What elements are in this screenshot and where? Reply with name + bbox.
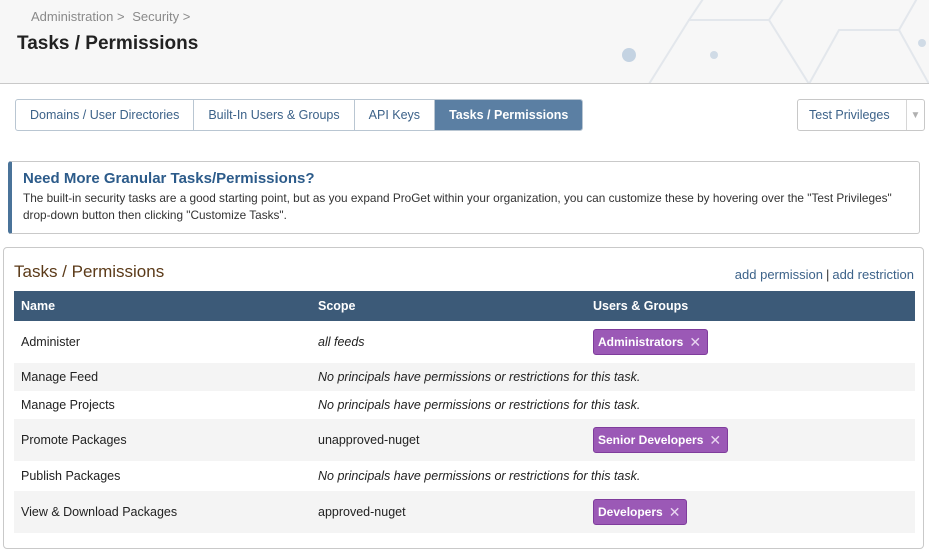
page-title: Tasks / Permissions bbox=[17, 33, 199, 54]
tasks-panel: Tasks / Permissions add permission | add r… bbox=[3, 247, 924, 549]
info-title: Need More Granular Tasks/Permissions? bbox=[23, 170, 315, 187]
table-row: Manage Feed No principals have permissio… bbox=[14, 363, 915, 391]
principal-name: Developers bbox=[598, 505, 663, 519]
test-privileges-button[interactable]: Test Privileges ▼ bbox=[797, 99, 925, 131]
task-name: Promote Packages bbox=[21, 433, 127, 447]
hexagon-decoration-icon bbox=[622, 0, 929, 83]
principal-name: Senior Developers bbox=[598, 433, 704, 447]
remove-icon[interactable]: ✕ bbox=[709, 432, 721, 449]
remove-icon[interactable]: ✕ bbox=[689, 334, 701, 351]
chevron-down-icon[interactable]: ▼ bbox=[906, 100, 924, 130]
header-name: Name bbox=[21, 299, 56, 313]
tab-api-keys[interactable]: API Keys bbox=[355, 100, 436, 130]
task-name: Manage Projects bbox=[21, 398, 115, 412]
task-scope: No principals have permissions or restri… bbox=[318, 469, 641, 483]
breadcrumb-administration[interactable]: Administration > bbox=[31, 9, 125, 24]
principal-chip[interactable]: Developers ✕ bbox=[593, 499, 688, 525]
add-restriction-link[interactable]: add restriction bbox=[832, 267, 914, 282]
panel-links: add permission | add restriction bbox=[735, 267, 914, 282]
breadcrumb-security[interactable]: Security > bbox=[132, 9, 190, 24]
task-scope: all feeds bbox=[318, 335, 365, 349]
test-privileges-label: Test Privileges bbox=[809, 108, 890, 122]
table-row: Publish Packages No principals have perm… bbox=[14, 461, 915, 491]
task-scope: approved-nuget bbox=[318, 505, 406, 519]
tab-tasks-permissions[interactable]: Tasks / Permissions bbox=[435, 100, 583, 130]
table-row: Promote Packages unapproved-nuget Senior… bbox=[14, 419, 915, 461]
principal-chip[interactable]: Administrators ✕ bbox=[593, 329, 709, 355]
breadcrumb: Administration > Security > bbox=[31, 9, 194, 24]
tab-domains[interactable]: Domains / User Directories bbox=[16, 100, 195, 130]
task-scope: unapproved-nuget bbox=[318, 433, 420, 447]
principal-chip[interactable]: Senior Developers ✕ bbox=[593, 427, 729, 453]
page-header: Administration > Security > Tasks / Perm… bbox=[0, 0, 929, 84]
principal-name: Administrators bbox=[598, 335, 684, 349]
task-name: Manage Feed bbox=[21, 370, 99, 384]
permissions-table: Name Scope Users & Groups Administer all… bbox=[14, 291, 915, 533]
security-tabs: Domains / User Directories Built-In User… bbox=[15, 99, 584, 131]
info-text: The built-in security tasks are a good s… bbox=[23, 191, 892, 222]
table-header: Name Scope Users & Groups bbox=[14, 291, 915, 321]
panel-title: Tasks / Permissions bbox=[14, 262, 165, 281]
header-users-groups: Users & Groups bbox=[593, 299, 689, 313]
task-scope: No principals have permissions or restri… bbox=[318, 370, 641, 384]
remove-icon[interactable]: ✕ bbox=[669, 504, 681, 521]
task-scope: No principals have permissions or restri… bbox=[318, 398, 641, 412]
table-row: View & Download Packages approved-nuget … bbox=[14, 491, 915, 533]
task-name: View & Download Packages bbox=[21, 505, 178, 519]
table-row: Administer all feeds Administrators ✕ bbox=[14, 321, 915, 363]
add-permission-link[interactable]: add permission bbox=[735, 267, 823, 282]
task-name: Publish Packages bbox=[21, 469, 121, 483]
link-separator: | bbox=[825, 267, 830, 282]
tab-built-in-users[interactable]: Built-In Users & Groups bbox=[194, 100, 355, 130]
info-box: Need More Granular Tasks/Permissions? Th… bbox=[8, 161, 920, 234]
task-name: Administer bbox=[21, 335, 81, 349]
header-scope: Scope bbox=[318, 299, 356, 313]
table-row: Manage Projects No principals have permi… bbox=[14, 391, 915, 419]
